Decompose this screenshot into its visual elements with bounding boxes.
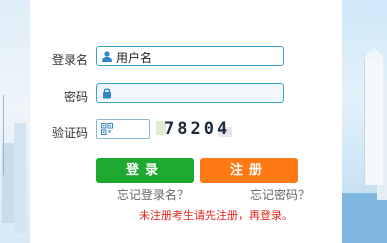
background-shape <box>342 193 387 243</box>
captcha-label: 验证码 <box>51 126 88 140</box>
username-field[interactable]: 用户名 <box>96 46 284 66</box>
captcha-field[interactable] <box>96 119 150 139</box>
forgot-password-link[interactable]: 忘记密码？ <box>250 186 310 203</box>
register-button[interactable]: 注册 <box>200 158 298 183</box>
forgot-username-link[interactable]: 忘记登录名？ <box>117 186 189 203</box>
username-input-value: 用户名 <box>116 51 153 65</box>
user-icon <box>102 51 112 62</box>
register-notice: 未注册考生请先注册，再登录。 <box>139 209 293 222</box>
captcha-icon <box>101 123 113 135</box>
building-shape <box>364 55 383 185</box>
password-label: 密码 <box>63 90 88 104</box>
captcha-image-text: 78204 <box>164 119 231 139</box>
username-label: 登录名 <box>51 53 88 67</box>
background-right-decoration <box>342 0 387 243</box>
pole-shape <box>3 95 4 175</box>
background-left-decoration <box>0 0 30 243</box>
lock-icon <box>103 88 111 99</box>
password-field[interactable] <box>96 83 284 103</box>
captcha-image[interactable]: 78204 <box>152 117 232 141</box>
login-button[interactable]: 登录 <box>96 158 194 183</box>
building-roof-shape <box>363 48 385 58</box>
